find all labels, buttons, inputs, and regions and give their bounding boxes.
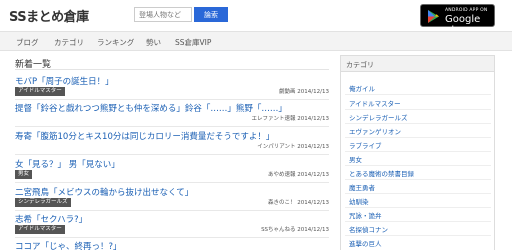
sidebar-item-index[interactable]: とある魔術の禁書目録 (349, 168, 414, 178)
article-divider (15, 126, 329, 127)
article-divider (15, 210, 329, 211)
sidebar-item-danjo[interactable]: 男女 (349, 154, 362, 164)
google-play-badge[interactable]: ANDROID APP ON Google play (420, 4, 495, 36)
article-divider (15, 154, 329, 155)
search-input[interactable] (134, 7, 192, 22)
sidebar-item-maou-yuusha[interactable]: 魔王勇者 (349, 182, 375, 192)
sidebar-divider (345, 179, 491, 180)
sidebar-divider (345, 151, 491, 152)
sidebar-item-evangelion[interactable]: エヴァンゲリオン (349, 126, 401, 136)
sidebar-divider (345, 94, 491, 95)
gplay-caption: ANDROID APP ON (445, 8, 488, 13)
sidebar-divider (345, 123, 491, 124)
sidebar-divider (345, 109, 491, 110)
sidebar-item-idolmaster[interactable]: アイドルマスター (349, 98, 401, 108)
main-nav: ブログ カテゴリ ランキング 勢い SS倉庫VIP (0, 31, 512, 51)
category-tag[interactable]: アイドルマスター (15, 225, 65, 234)
article-title-link[interactable]: 女「見る？」 男「見ない」 (15, 158, 120, 170)
category-sidebar: カテゴリ 俺ガイル アイドルマスター シンデレラガールズ エヴァンゲリオン ラブ… (340, 55, 495, 250)
article-meta: インパリアント 2014/12/13 (257, 144, 329, 150)
article-title-link[interactable]: 提督「鈴谷と戯れつつ熊野とも仲を深める」鈴谷「……」熊野「……」 (15, 102, 287, 114)
article-title-link[interactable]: 二宮飛鳥「メビウスの輪から抜け出せなくて」 (15, 186, 193, 198)
article-meta: SSちゃんねる 2014/12/13 (261, 227, 329, 233)
article-title-link[interactable]: 寿寄「腹筋10分とキス10分は同じカロリー消費量だそうですよ！」 (15, 130, 274, 142)
play-store-icon (428, 10, 439, 23)
category-tag[interactable]: 男女 (15, 170, 33, 179)
sidebar-divider (345, 165, 491, 166)
sidebar-divider (345, 137, 491, 138)
sidebar-divider (345, 207, 491, 208)
nav-item-blog[interactable]: ブログ (16, 37, 39, 48)
article-title-link[interactable]: 志希「セクハラ?」 (15, 213, 87, 225)
sidebar-item-osananajimi[interactable]: 幼馴染 (349, 196, 369, 206)
nav-item-ranking[interactable]: ランキング (97, 37, 134, 48)
article-divider (15, 237, 329, 238)
nav-item-momentum[interactable]: 勢い (146, 37, 161, 48)
search-button[interactable]: 論索 (194, 7, 228, 22)
category-tag[interactable]: アイドルマスター (15, 87, 65, 96)
site-header: SSまとめ倉庫 論索 ANDROID APP ON Google play (0, 0, 512, 36)
sidebar-item-oregairu[interactable]: 俺ガイル (349, 83, 375, 93)
article-meta: 劇動画 2014/12/13 (279, 89, 329, 95)
article-meta: 森きのこ！ 2014/12/13 (268, 200, 329, 206)
sidebar-divider (345, 193, 491, 194)
article-meta: エレファント速報 2014/12/13 (251, 116, 329, 122)
title-divider (15, 69, 329, 70)
nav-item-category[interactable]: カテゴリ (54, 37, 84, 48)
sidebar-item-cinderella[interactable]: シンデレラガールズ (349, 112, 408, 122)
article-divider (15, 182, 329, 183)
article-title-link[interactable]: モバP「周子の誕生日！」 (15, 75, 114, 87)
sidebar-item-shingeki[interactable]: 進撃の巨人 (349, 238, 382, 248)
sidebar-divider (345, 221, 491, 222)
sidebar-heading: カテゴリ (341, 56, 494, 72)
article-divider (15, 99, 329, 100)
article-meta: あやめ速報 2014/12/13 (268, 172, 329, 178)
site-logo[interactable]: SSまとめ倉庫 (9, 6, 89, 25)
category-tag[interactable]: シンデレラガールズ (15, 198, 71, 207)
sidebar-item-lovelive[interactable]: ラブライブ (349, 140, 382, 150)
sidebar-item-kiben[interactable]: 咒詠・詭弁 (349, 210, 382, 220)
sidebar-divider (345, 235, 491, 236)
article-title-link[interactable]: ココア「じゃ、終再っ！?」 (15, 240, 122, 250)
nav-item-vip[interactable]: SS倉庫VIP (175, 37, 211, 48)
sidebar-item-conan[interactable]: 名探偵コナン (349, 224, 388, 234)
